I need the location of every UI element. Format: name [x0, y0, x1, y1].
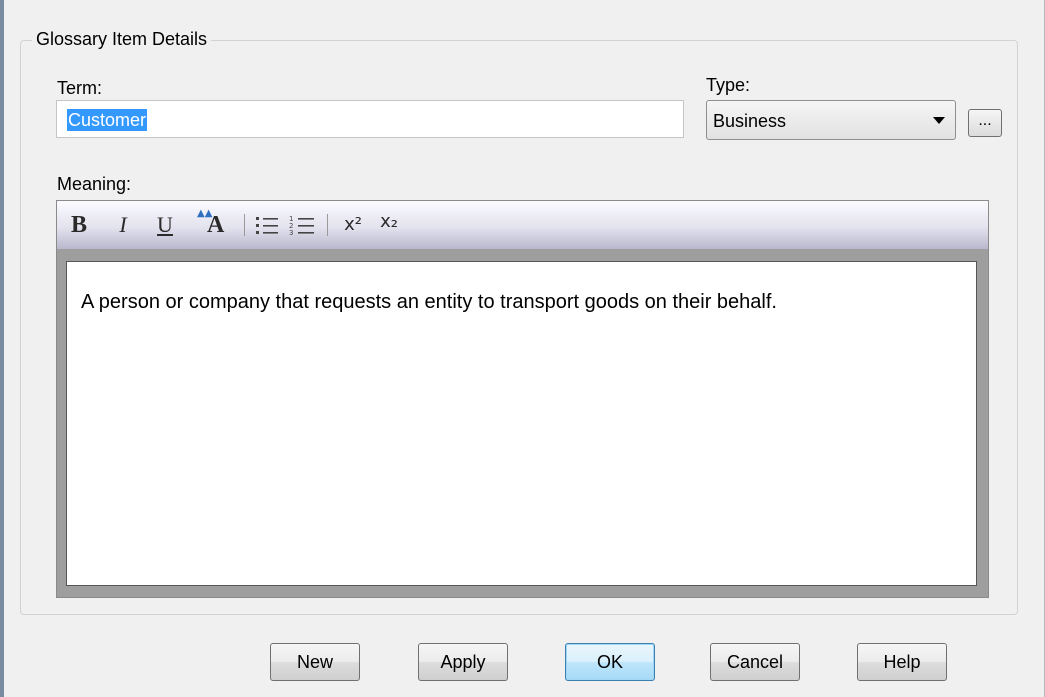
type-more-button[interactable]: ...: [968, 109, 1002, 137]
numbered-list-icon: 123: [289, 215, 314, 237]
meaning-label: Meaning:: [57, 174, 132, 194]
format-toolbar: B I U ▲▲ A 123 x² x₂: [57, 201, 988, 249]
dropdown-caret-icon: [933, 117, 945, 124]
bold-button[interactable]: B: [67, 209, 91, 241]
superscript-button[interactable]: x²: [339, 209, 367, 241]
bullet-list-icon: [256, 217, 278, 234]
underline-button[interactable]: U: [153, 209, 177, 241]
bullet-list-button[interactable]: [253, 209, 281, 241]
toolbar-separator: [327, 214, 328, 236]
cancel-button[interactable]: Cancel: [710, 643, 800, 681]
group-title: Glossary Item Details: [32, 28, 212, 50]
meaning-text: A person or company that requests an ent…: [81, 291, 777, 313]
svg-text:3: 3: [289, 229, 293, 237]
ok-button[interactable]: OK: [565, 643, 655, 681]
term-input[interactable]: Customer: [56, 100, 684, 138]
meaning-text-area[interactable]: A person or company that requests an ent…: [66, 261, 977, 586]
toolbar-separator: [244, 214, 245, 236]
help-button[interactable]: Help: [857, 643, 947, 681]
subscript-button[interactable]: x₂: [375, 209, 403, 241]
apply-button[interactable]: Apply: [418, 643, 508, 681]
numbered-list-button[interactable]: 123: [287, 209, 317, 241]
type-dropdown[interactable]: Business: [706, 100, 956, 140]
font-color-button[interactable]: ▲▲ A: [195, 209, 233, 241]
type-selected-value: Business: [713, 111, 787, 131]
window-left-border: [0, 0, 4, 697]
italic-button[interactable]: I: [113, 209, 133, 241]
term-label: Term:: [57, 78, 102, 98]
type-label: Type:: [706, 75, 751, 95]
term-value-selected[interactable]: Customer: [67, 109, 148, 131]
font-color-icon: ▲▲ A: [197, 208, 225, 239]
meaning-editor: B I U ▲▲ A 123 x² x₂ A person or company…: [56, 200, 989, 598]
new-button[interactable]: New: [270, 643, 360, 681]
